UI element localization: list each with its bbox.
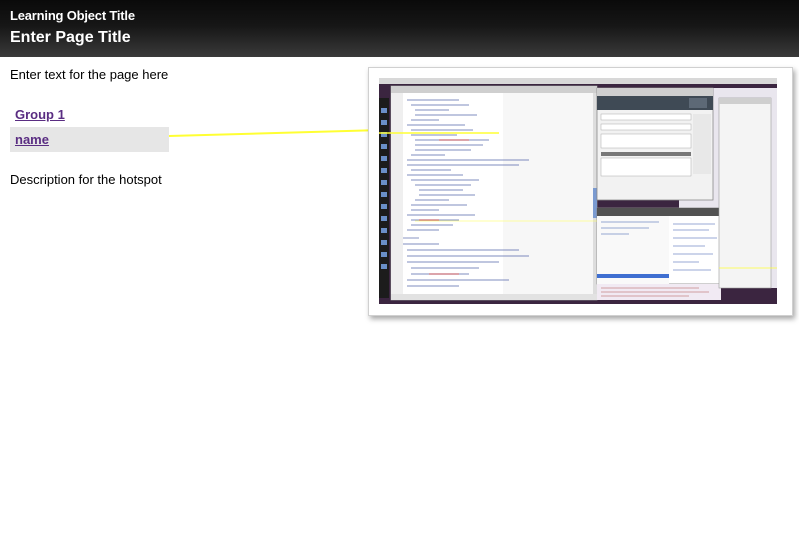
page-title: Enter Page Title	[10, 29, 131, 46]
intro-text: Enter text for the page here	[10, 67, 169, 82]
screenshot-frame	[368, 67, 793, 316]
desktop-screenshot-image	[379, 78, 777, 304]
hotspot-item-name[interactable]: name	[10, 127, 169, 152]
header-bar: Learning Object Title Enter Page Title	[0, 0, 799, 57]
hotspot-label[interactable]: name	[15, 132, 49, 147]
hotspot-description: Description for the hotspot	[10, 172, 162, 187]
learning-object-title: Learning Object Title	[10, 8, 135, 23]
group-link[interactable]: Group 1	[15, 107, 65, 122]
